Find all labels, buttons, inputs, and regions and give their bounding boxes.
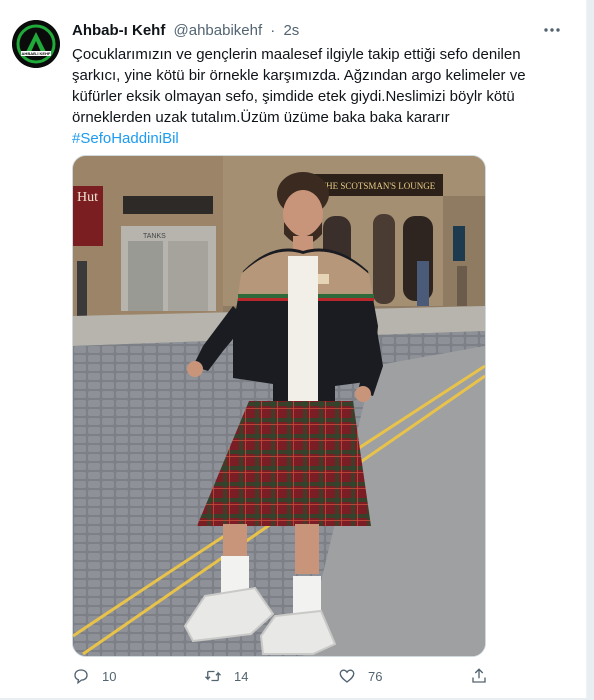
reply-icon xyxy=(74,669,88,685)
more-options-button[interactable] xyxy=(542,22,562,38)
avatar-logo-icon: AHBAB-I KEHF xyxy=(12,20,60,68)
shop-sign: TANKS xyxy=(143,233,166,240)
retweet-icon xyxy=(205,670,221,682)
share-button[interactable] xyxy=(470,667,488,685)
tweet-card[interactable]: AHBAB-I KEHF Ahbab-ı Kehf @ahbabikehf · … xyxy=(0,0,587,698)
tweet-header: Ahbab-ı Kehf @ahbabikehf · 2s xyxy=(72,22,299,42)
reply-count: 10 xyxy=(102,668,117,684)
tweet-text: Çocuklarımızın ve gençlerin maalesef ilg… xyxy=(72,44,562,149)
user-handle[interactable]: @ahbabikehf xyxy=(174,22,263,39)
hashtag-link[interactable]: #SefoHaddiniBil xyxy=(72,128,562,149)
timestamp[interactable]: 2s xyxy=(283,22,299,39)
tweet-actions: 10 14 76 xyxy=(72,667,492,689)
avatar-text: AHBAB-I KEHF xyxy=(22,51,51,56)
reply-button[interactable]: 10 xyxy=(72,667,116,685)
display-name[interactable]: Ahbab-ı Kehf xyxy=(72,22,165,39)
like-icon xyxy=(339,669,355,683)
like-count: 76 xyxy=(368,668,383,684)
more-horizontal-icon xyxy=(544,28,560,32)
street-photo: Hut TANKS THE SCOTSMAN'S LOUNGE xyxy=(73,156,485,656)
share-icon xyxy=(472,668,486,683)
like-button[interactable]: 76 xyxy=(338,667,382,685)
pub-sign: THE SCOTSMAN'S LOUNGE xyxy=(321,181,436,191)
separator: · xyxy=(270,22,276,39)
tweet-photo[interactable]: Hut TANKS THE SCOTSMAN'S LOUNGE xyxy=(72,155,486,657)
retweet-count: 14 xyxy=(234,668,249,684)
left-sign: Hut xyxy=(77,190,98,205)
avatar[interactable]: AHBAB-I KEHF xyxy=(12,20,60,68)
retweet-button[interactable]: 14 xyxy=(204,667,248,685)
tweet-body: Çocuklarımızın ve gençlerin maalesef ilg… xyxy=(72,46,526,126)
